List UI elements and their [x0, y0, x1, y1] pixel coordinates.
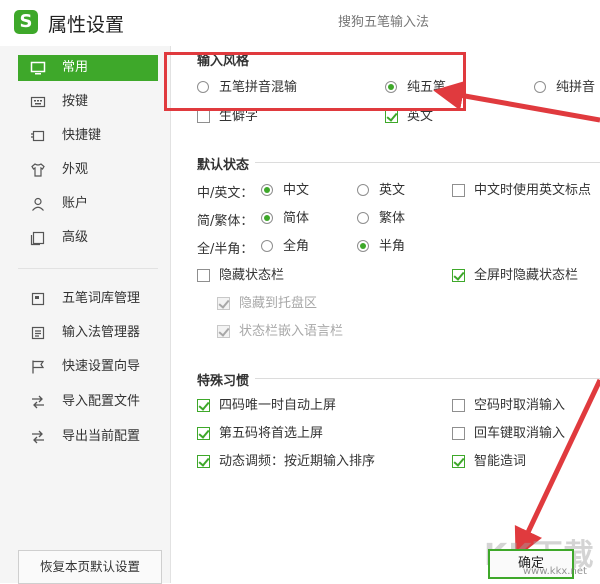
settings-window: S 属性设置 搜狗五笔输入法 常用 按键 快捷键 外观 账户 高级 五笔词库管理… [0, 0, 600, 584]
annotation-arrow-ok [514, 378, 600, 559]
annotation-arrow-pure-wubi [433, 80, 600, 123]
annotation-arrows [433, 80, 600, 559]
watermark-url: www.kkx.net [523, 566, 587, 577]
